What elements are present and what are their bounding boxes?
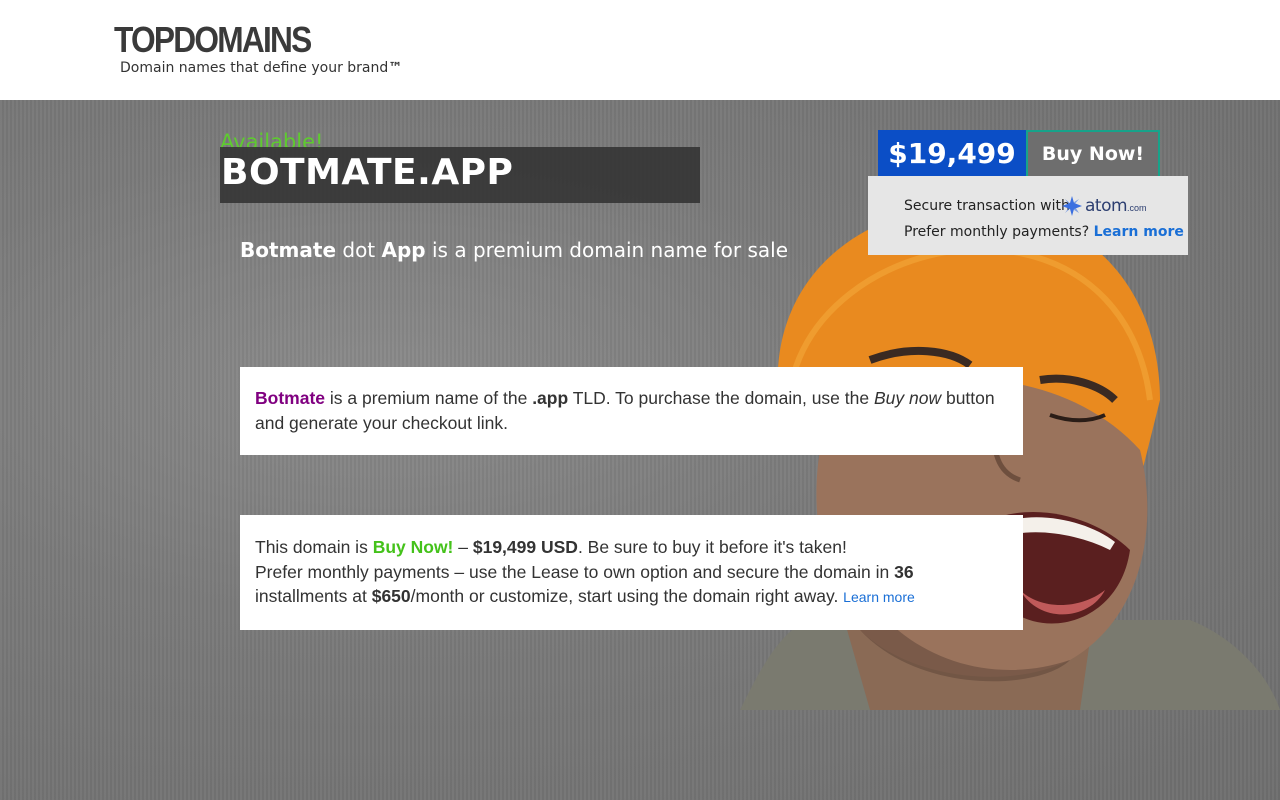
card-domain-name: Botmate bbox=[255, 388, 326, 408]
atom-logo[interactable]: atom .com bbox=[1062, 195, 1147, 217]
subtitle-rest: is a premium domain name for sale bbox=[425, 238, 789, 262]
atom-logo-text: atom bbox=[1085, 196, 1128, 216]
pricing-info-text: This domain is Buy Now! – $19,499 USD. B… bbox=[255, 515, 1008, 610]
lease-learn-more-link[interactable]: Learn more bbox=[843, 589, 915, 605]
card-text: is a premium name of the bbox=[325, 388, 533, 408]
card-text: – bbox=[453, 537, 473, 557]
card-text: /month or customize, start using the dom… bbox=[410, 586, 844, 606]
trademark-symbol: ™ bbox=[388, 60, 403, 76]
pricing-info-card: This domain is Buy Now! – $19,499 USD. B… bbox=[240, 515, 1023, 630]
card-tld: .app bbox=[532, 388, 569, 408]
purchase-info-text: Botmate is a premium name of the .app TL… bbox=[255, 367, 1008, 435]
learn-more-link[interactable]: Learn more bbox=[1094, 224, 1184, 240]
atom-logo-suffix: .com bbox=[1127, 203, 1147, 213]
subtitle-name: Botmate bbox=[240, 238, 337, 262]
monthly-price: $650 bbox=[371, 586, 411, 606]
card-text: installments at bbox=[255, 586, 372, 606]
monthly-payments-line: Prefer monthly payments? Learn more bbox=[904, 224, 1184, 240]
card-buy-now-emphasis: Buy now bbox=[873, 388, 942, 408]
card-text: Prefer monthly payments – use the Lease … bbox=[255, 561, 895, 582]
subtitle-dot: dot bbox=[336, 238, 382, 262]
card-text: TLD. To purchase the domain, use the bbox=[568, 388, 874, 408]
tagline-text: Domain names that define your brand bbox=[120, 60, 389, 76]
buy-now-highlight: Buy Now! bbox=[372, 537, 454, 557]
subtitle-tld: App bbox=[381, 238, 426, 262]
card-text: . Be sure to buy it before it's taken! bbox=[577, 537, 847, 557]
topdomains-logo[interactable]: TOPDOMAINS bbox=[114, 20, 312, 60]
monthly-payments-text: Prefer monthly payments? bbox=[904, 224, 1090, 240]
domain-subtitle: Botmate dot App is a premium domain name… bbox=[240, 238, 788, 262]
buy-now-button[interactable]: Buy Now! bbox=[1026, 130, 1160, 178]
card-price: $19,499 USD bbox=[472, 537, 578, 557]
secure-transaction-text: Secure transaction with bbox=[904, 198, 1070, 214]
atom-star-icon bbox=[1062, 196, 1082, 216]
price-tag: $19,499 bbox=[878, 130, 1026, 178]
card-text: This domain is bbox=[255, 537, 373, 557]
tagline: Domain names that define your brand™ bbox=[120, 60, 402, 76]
purchase-info-card: Botmate is a premium name of the .app TL… bbox=[240, 367, 1023, 455]
domain-name: BOTMATE.APP bbox=[221, 152, 514, 193]
lease-months: 36 bbox=[894, 561, 914, 582]
site-header: TOPDOMAINS Domain names that define your… bbox=[0, 0, 1280, 100]
